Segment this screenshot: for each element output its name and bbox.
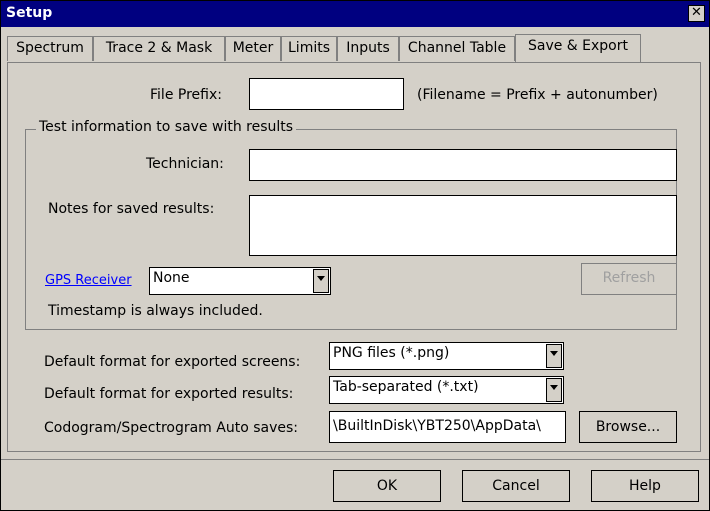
timestamp-note: Timestamp is always included. <box>48 303 263 319</box>
close-button[interactable]: ✕ <box>688 5 705 22</box>
notes-label: Notes for saved results: <box>48 201 215 217</box>
window-title: Setup <box>6 5 53 21</box>
filename-hint: (Filename = Prefix + autonumber) <box>417 87 658 103</box>
tab-inputs[interactable]: Inputs <box>337 36 399 61</box>
technician-label: Technician: <box>146 156 224 172</box>
test-info-group-title: Test information to save with results <box>36 119 297 135</box>
title-bar: Setup ✕ <box>1 1 709 27</box>
browse-button[interactable]: Browse... <box>579 411 677 443</box>
tab-trace2-mask[interactable]: Trace 2 & Mask <box>93 36 225 61</box>
ok-button[interactable]: OK <box>333 470 441 502</box>
results-format-value: Tab-separated (*.txt) <box>333 379 479 395</box>
chevron-down-icon[interactable] <box>546 378 562 402</box>
gps-receiver-select[interactable]: None <box>149 267 331 295</box>
chevron-down-icon[interactable] <box>313 269 329 293</box>
file-prefix-input[interactable] <box>249 78 404 110</box>
refresh-button[interactable]: Refresh <box>581 263 677 295</box>
results-format-label: Default format for exported results: <box>44 386 294 402</box>
setup-dialog: Setup ✕ Spectrum Trace 2 & Mask Meter Li… <box>0 0 710 511</box>
chevron-down-icon[interactable] <box>546 344 562 368</box>
screens-format-label: Default format for exported screens: <box>44 354 301 370</box>
file-prefix-label: File Prefix: <box>150 87 222 103</box>
tab-save-export[interactable]: Save & Export <box>515 34 641 62</box>
technician-input[interactable] <box>249 149 677 181</box>
screens-format-value: PNG files (*.png) <box>333 345 450 361</box>
tab-meter[interactable]: Meter <box>225 36 281 61</box>
autosave-path-input[interactable]: \BuiltInDisk\YBT250\AppData\ <box>329 411 566 443</box>
gps-receiver-link[interactable]: GPS Receiver <box>45 273 132 288</box>
screens-format-select[interactable]: PNG files (*.png) <box>329 342 564 370</box>
help-button[interactable]: Help <box>591 470 699 502</box>
tab-spectrum[interactable]: Spectrum <box>7 36 93 61</box>
notes-textarea[interactable] <box>249 195 677 256</box>
results-format-select[interactable]: Tab-separated (*.txt) <box>329 376 564 404</box>
gps-receiver-value: None <box>153 270 190 286</box>
autosave-label: Codogram/Spectrogram Auto saves: <box>44 420 299 436</box>
tab-limits[interactable]: Limits <box>281 36 337 61</box>
tab-channel-table[interactable]: Channel Table <box>399 36 515 61</box>
cancel-button[interactable]: Cancel <box>462 470 570 502</box>
footer-divider <box>1 459 709 460</box>
